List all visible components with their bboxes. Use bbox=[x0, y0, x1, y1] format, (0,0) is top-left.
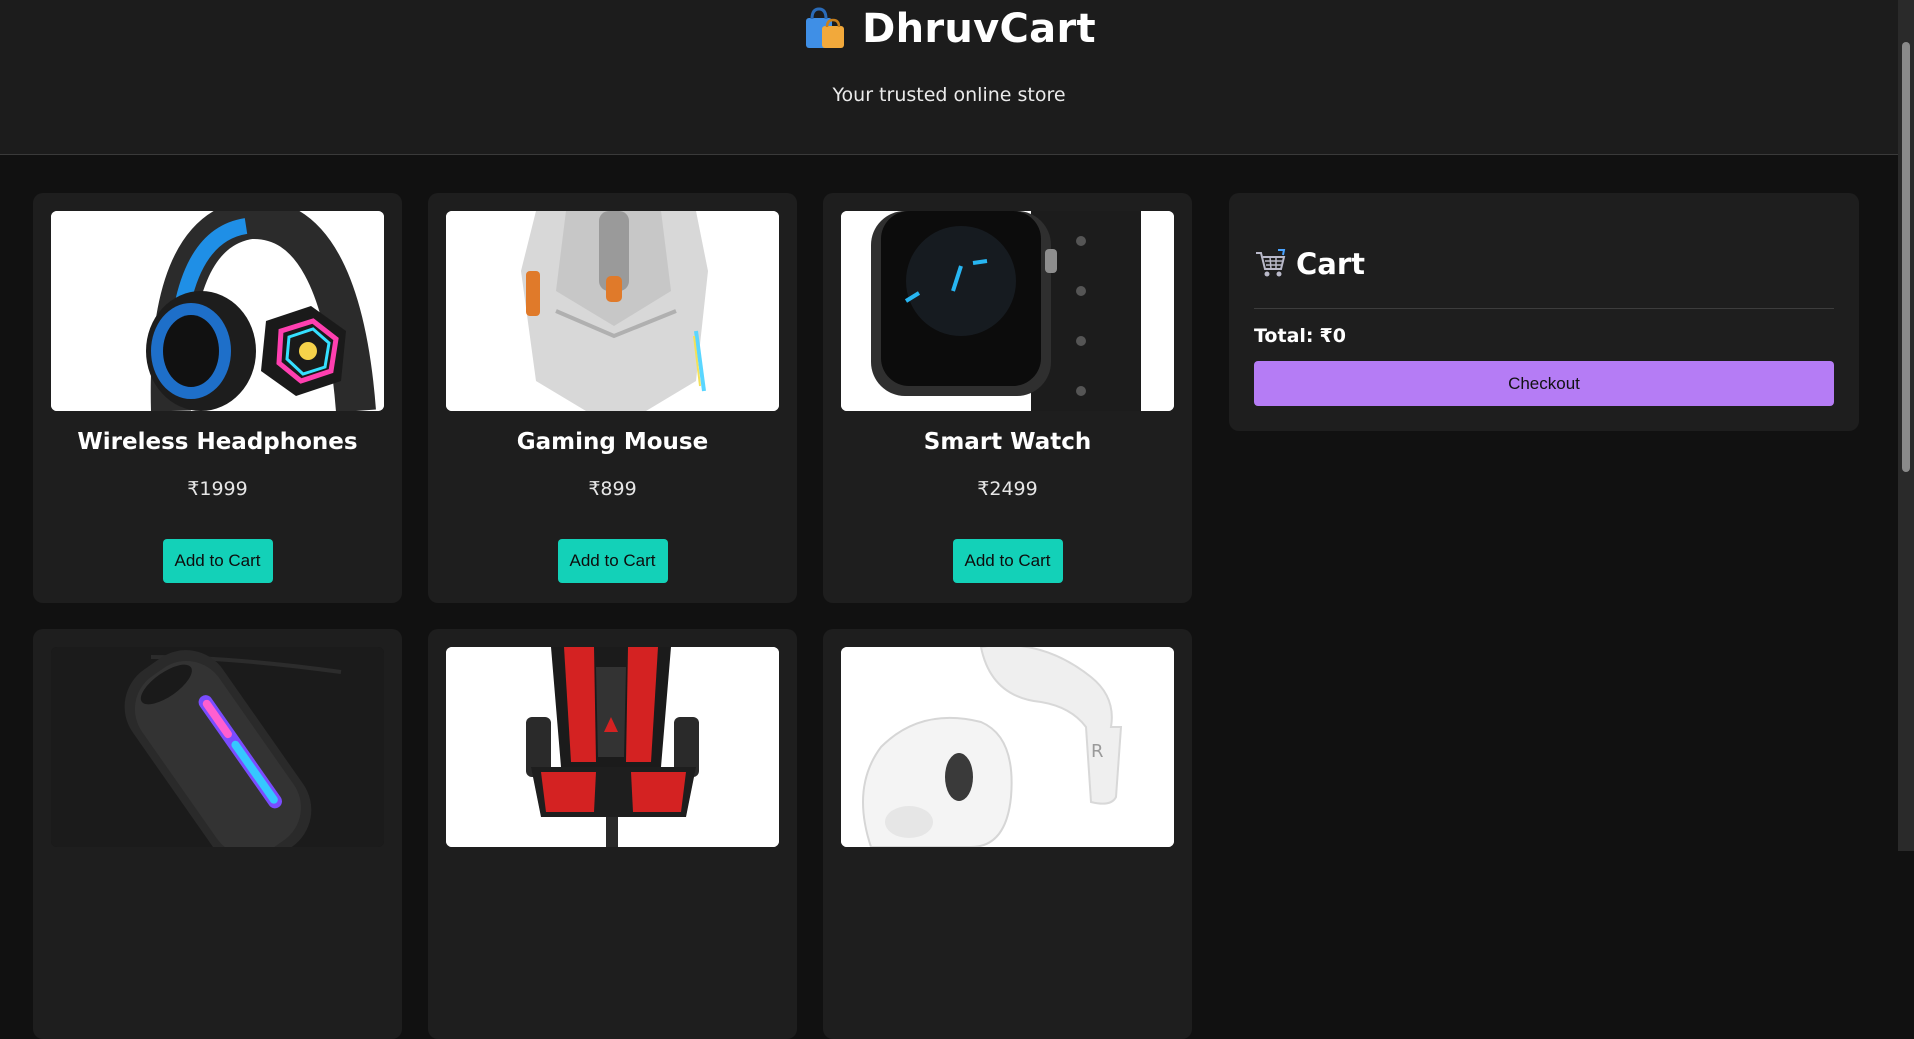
bluetooth-speaker-image bbox=[51, 647, 384, 847]
svg-text:R: R bbox=[1091, 741, 1104, 762]
product-card: Smart Watch ₹2499 Add to Cart bbox=[823, 193, 1192, 603]
shopping-cart-icon bbox=[1256, 249, 1286, 277]
gaming-chair-image bbox=[446, 647, 779, 847]
product-price: ₹2499 bbox=[977, 478, 1038, 500]
shopping-bags-icon bbox=[806, 7, 845, 48]
add-to-cart-button[interactable]: Add to Cart bbox=[162, 539, 273, 583]
product-grid: Wireless Headphones ₹1999 Add to Cart Ga… bbox=[33, 193, 1192, 1039]
cart-panel: Cart Total: ₹0 Checkout bbox=[1229, 193, 1859, 431]
product-card bbox=[33, 629, 402, 1039]
site-header: DhruvCart Your trusted online store bbox=[0, 0, 1898, 155]
smartwatch-image bbox=[841, 211, 1174, 411]
page-scrollbar[interactable] bbox=[1898, 0, 1914, 851]
product-card bbox=[428, 629, 797, 1039]
earbuds-image: R bbox=[841, 647, 1174, 847]
cart-header: Cart bbox=[1254, 247, 1365, 281]
chair-illustration bbox=[446, 647, 779, 847]
headphones-image bbox=[51, 211, 384, 411]
product-name: Gaming Mouse bbox=[516, 429, 709, 455]
cart-total: Total: ₹0 bbox=[1254, 325, 1346, 347]
product-card: Wireless Headphones ₹1999 Add to Cart bbox=[33, 193, 402, 603]
cart-total-label: Total: bbox=[1254, 325, 1314, 347]
site-tagline: Your trusted online store bbox=[832, 84, 1066, 106]
add-to-cart-button[interactable]: Add to Cart bbox=[952, 539, 1063, 583]
checkout-button[interactable]: Checkout bbox=[1254, 361, 1834, 406]
site-title: DhruvCart bbox=[862, 6, 1096, 52]
add-to-cart-button[interactable]: Add to Cart bbox=[557, 539, 668, 583]
brand: DhruvCart bbox=[0, 6, 1898, 52]
cart-title: Cart bbox=[1296, 247, 1366, 281]
speaker-illustration bbox=[51, 647, 384, 847]
headphones-illustration bbox=[51, 211, 384, 411]
mouse-image bbox=[446, 211, 779, 411]
product-card: Gaming Mouse ₹899 Add to Cart bbox=[428, 193, 797, 603]
cart-total-value: ₹0 bbox=[1319, 325, 1346, 347]
cart-divider bbox=[1254, 308, 1834, 309]
product-name: Wireless Headphones bbox=[77, 429, 358, 455]
product-name: Smart Watch bbox=[923, 429, 1092, 455]
earbuds-illustration: R bbox=[841, 647, 1174, 847]
mouse-illustration bbox=[446, 211, 779, 411]
product-price: ₹899 bbox=[588, 478, 637, 500]
product-price: ₹1999 bbox=[187, 478, 248, 500]
smartwatch-illustration bbox=[841, 211, 1174, 411]
product-card: R bbox=[823, 629, 1192, 1039]
scrollbar-thumb[interactable] bbox=[1902, 42, 1910, 472]
